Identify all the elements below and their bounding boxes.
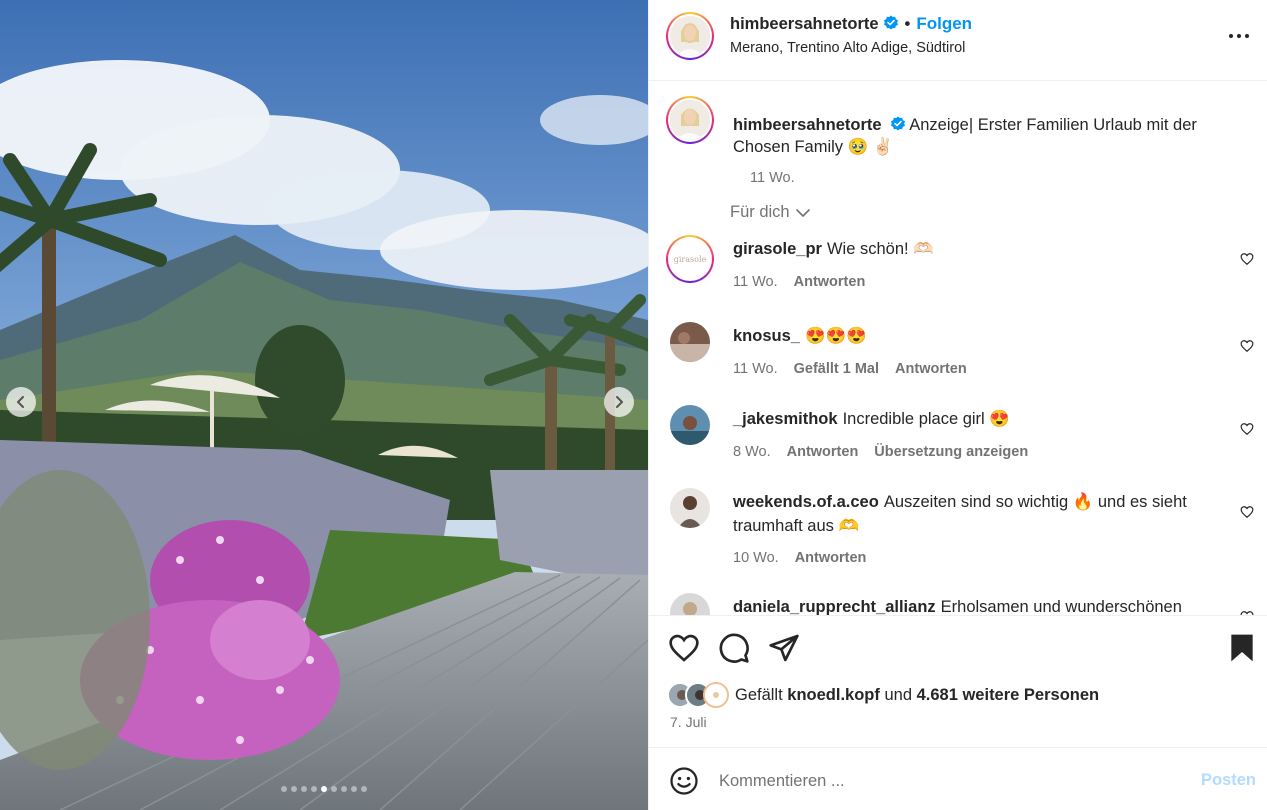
comment-username[interactable]: knosus_ <box>733 327 800 345</box>
likes-count[interactable]: 4.681 weitere Personen <box>917 686 1100 704</box>
comment-username[interactable]: girasole_pr <box>733 240 822 258</box>
comment-avatar[interactable]: girasole <box>666 235 714 283</box>
carousel-dot <box>281 786 287 792</box>
likes-middle: und <box>884 685 912 704</box>
post-header: himbeersahnetorte • Folgen Merano, Trenti… <box>649 0 1267 81</box>
author-username[interactable]: himbeersahnetorte <box>730 15 879 33</box>
carousel-dot <box>331 786 337 792</box>
heart-icon[interactable] <box>668 632 700 664</box>
comment-text: Erholsamen und wunderschönen <box>940 598 1182 615</box>
header-separator: • <box>904 15 911 33</box>
comment-text: 😍😍😍 <box>804 327 867 345</box>
comment-filter-dropdown[interactable]: Für dich <box>730 203 810 222</box>
heart-icon[interactable] <box>1240 422 1254 436</box>
verified-icon <box>883 15 898 30</box>
caption-avatar-image <box>670 100 710 140</box>
carousel-prev-button[interactable] <box>6 387 36 417</box>
post-comment-button[interactable]: Posten <box>1201 771 1256 790</box>
post-media[interactable] <box>0 0 648 810</box>
author-avatar-image <box>670 16 710 56</box>
share-icon[interactable] <box>768 632 800 664</box>
caption-username[interactable]: himbeersahnetorte <box>733 116 882 134</box>
translate-button[interactable]: Übersetzung anzeigen <box>874 444 1028 460</box>
comments-section[interactable]: himbeersahnetorte Anzeige| Erster Famili… <box>649 81 1267 615</box>
post-date[interactable]: 7. Juli <box>670 714 707 730</box>
comment-avatar[interactable] <box>670 322 710 362</box>
author-avatar[interactable] <box>666 12 714 60</box>
heart-icon[interactable] <box>1240 252 1254 266</box>
bookmark-icon[interactable] <box>1226 632 1258 664</box>
carousel-next-button[interactable] <box>604 387 634 417</box>
comment-composer: Posten <box>649 747 1267 810</box>
carousel-dot <box>321 786 327 792</box>
more-icon[interactable] <box>1227 24 1251 48</box>
reply-button[interactable]: Antworten <box>794 274 866 290</box>
comment-text: Wie schön! 🫶🏻 <box>826 240 934 258</box>
carousel-dot <box>341 786 347 792</box>
comment-avatar[interactable] <box>670 488 710 528</box>
follow-button[interactable]: Folgen <box>916 14 972 33</box>
comment-username[interactable]: weekends.of.a.ceo <box>733 493 879 511</box>
comment-time[interactable]: 10 Wo. <box>733 550 779 566</box>
heart-icon[interactable] <box>1240 339 1254 353</box>
comment-likes[interactable]: Gefällt 1 Mal <box>794 361 879 377</box>
heart-icon[interactable] <box>1240 505 1254 519</box>
comment-avatar[interactable] <box>670 405 710 445</box>
emoji-icon[interactable] <box>669 766 699 796</box>
comment-input[interactable] <box>719 764 1169 798</box>
comment-filter-label: Für dich <box>730 203 790 221</box>
carousel-indicator <box>0 786 648 792</box>
caption-timestamp[interactable]: 11 Wo. <box>750 170 795 186</box>
post-location[interactable]: Merano, Trentino Alto Adige, Südtirol <box>730 40 965 56</box>
verified-icon <box>890 116 905 131</box>
reply-button[interactable]: Antworten <box>787 444 859 460</box>
comment-text: Incredible place girl 😍 <box>842 410 1010 428</box>
carousel-dot <box>311 786 317 792</box>
carousel-dot <box>301 786 307 792</box>
comment-avatar[interactable] <box>670 593 710 615</box>
post-actions: Gefällt knoedl.kopf und 4.681 weitere Pe… <box>649 615 1267 747</box>
carousel-dot <box>361 786 367 792</box>
comment-username[interactable]: daniela_rupprecht_allianz <box>733 598 936 615</box>
chevron-left-icon <box>17 396 24 408</box>
post-photo <box>0 0 648 810</box>
likes-summary: Gefällt knoedl.kopf und 4.681 weitere Pe… <box>667 682 1099 708</box>
reply-button[interactable]: Antworten <box>795 550 867 566</box>
comment-time[interactable]: 8 Wo. <box>733 444 771 460</box>
girasole-logo: girasole <box>673 254 707 264</box>
liker-username[interactable]: knoedl.kopf <box>787 686 880 704</box>
caption-avatar[interactable] <box>666 96 714 144</box>
chevron-down-icon <box>795 208 810 217</box>
likes-prefix: Gefällt <box>735 685 783 704</box>
carousel-dot <box>351 786 357 792</box>
post-details-panel: himbeersahnetorte • Folgen Merano, Trenti… <box>648 0 1267 810</box>
comment-username[interactable]: _jakesmithok <box>733 410 838 428</box>
carousel-dot <box>291 786 297 792</box>
liker-avatar <box>703 682 729 708</box>
comment-time[interactable]: 11 Wo. <box>733 361 778 377</box>
chevron-right-icon <box>616 396 623 408</box>
comment-time[interactable]: 11 Wo. <box>733 274 778 290</box>
reply-button[interactable]: Antworten <box>895 361 967 377</box>
comment-icon[interactable] <box>718 632 750 664</box>
